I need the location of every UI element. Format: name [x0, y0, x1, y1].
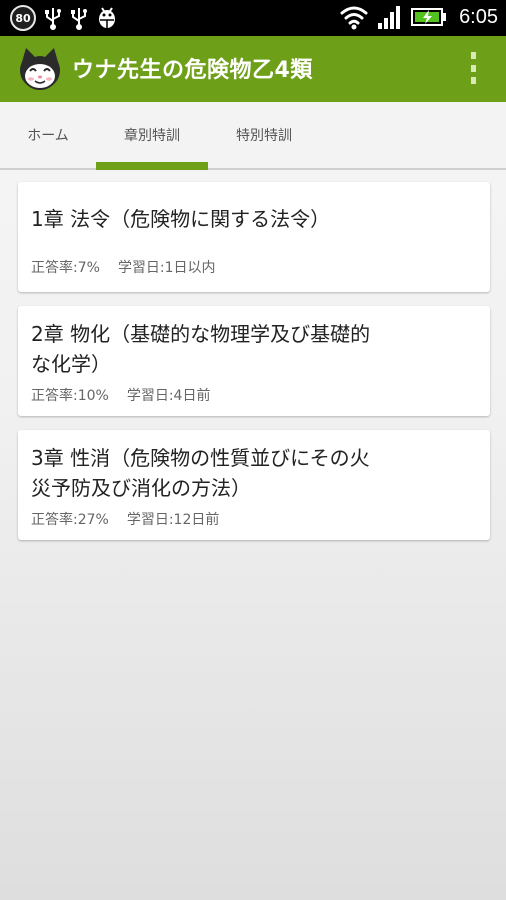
android-debug-icon [99, 7, 115, 28]
action-bar: ウナ先生の危険物乙4類 [0, 36, 506, 102]
status-bar-notifications: 80 [10, 5, 118, 31]
app-title: ウナ先生の危険物乙4類 [72, 58, 313, 83]
chapter-card-2[interactable]: 2章 物化（基礎的な物理学及び基礎的 な化学） 正答率:10% 学習日:4日前 [18, 306, 490, 416]
usb-icon [71, 8, 87, 30]
wifi-icon [340, 6, 368, 30]
tab-home[interactable]: ホーム [0, 102, 104, 168]
status-bar: 80 6:05 [0, 0, 506, 36]
chapter-title: 2章 物化（基礎的な物理学及び基礎的 な化学） [31, 322, 371, 376]
notification-count-badge: 80 [10, 5, 36, 31]
tab-bar: ホーム 章別特訓 特別特訓 [0, 102, 506, 170]
study-date: 学習日:1日以内 [117, 260, 216, 276]
tab-chapter-training[interactable]: 章別特訓 [96, 102, 208, 168]
cat-mascot-icon[interactable] [16, 44, 64, 92]
tab-selected-indicator [96, 162, 208, 170]
chapter-card-3[interactable]: 3章 性消（危険物の性質並びにその火 災予防及び消化の方法） 正答率:27% 学習… [18, 430, 490, 540]
study-date: 学習日:4日前 [126, 388, 211, 404]
usb-icon [45, 8, 61, 30]
overflow-menu-icon[interactable] [468, 52, 478, 84]
chapter-title: 1章 法令（危険物に関する法令） [31, 207, 331, 231]
battery-charging-icon [411, 8, 447, 26]
tab-special-training[interactable]: 特別特訓 [208, 102, 320, 168]
study-date: 学習日:12日前 [126, 512, 220, 528]
accuracy-rate: 正答率:7% [31, 260, 100, 276]
chapter-card-1[interactable]: 1章 法令（危険物に関する法令） 正答率:7% 学習日:1日以内 [18, 182, 490, 292]
status-bar-system: 6:05 [339, 4, 498, 30]
accuracy-rate: 正答率:27% [31, 512, 109, 528]
chapter-stats: 正答率:7% 学習日:1日以内 [31, 257, 482, 277]
accuracy-rate: 正答率:10% [31, 388, 109, 404]
signal-icon [378, 6, 401, 29]
chapter-title: 3章 性消（危険物の性質並びにその火 災予防及び消化の方法） [31, 446, 370, 500]
chapter-stats: 正答率:10% 学習日:4日前 [31, 385, 482, 405]
chapter-stats: 正答率:27% 学習日:12日前 [31, 509, 482, 529]
status-bar-clock: 6:05 [459, 5, 498, 28]
